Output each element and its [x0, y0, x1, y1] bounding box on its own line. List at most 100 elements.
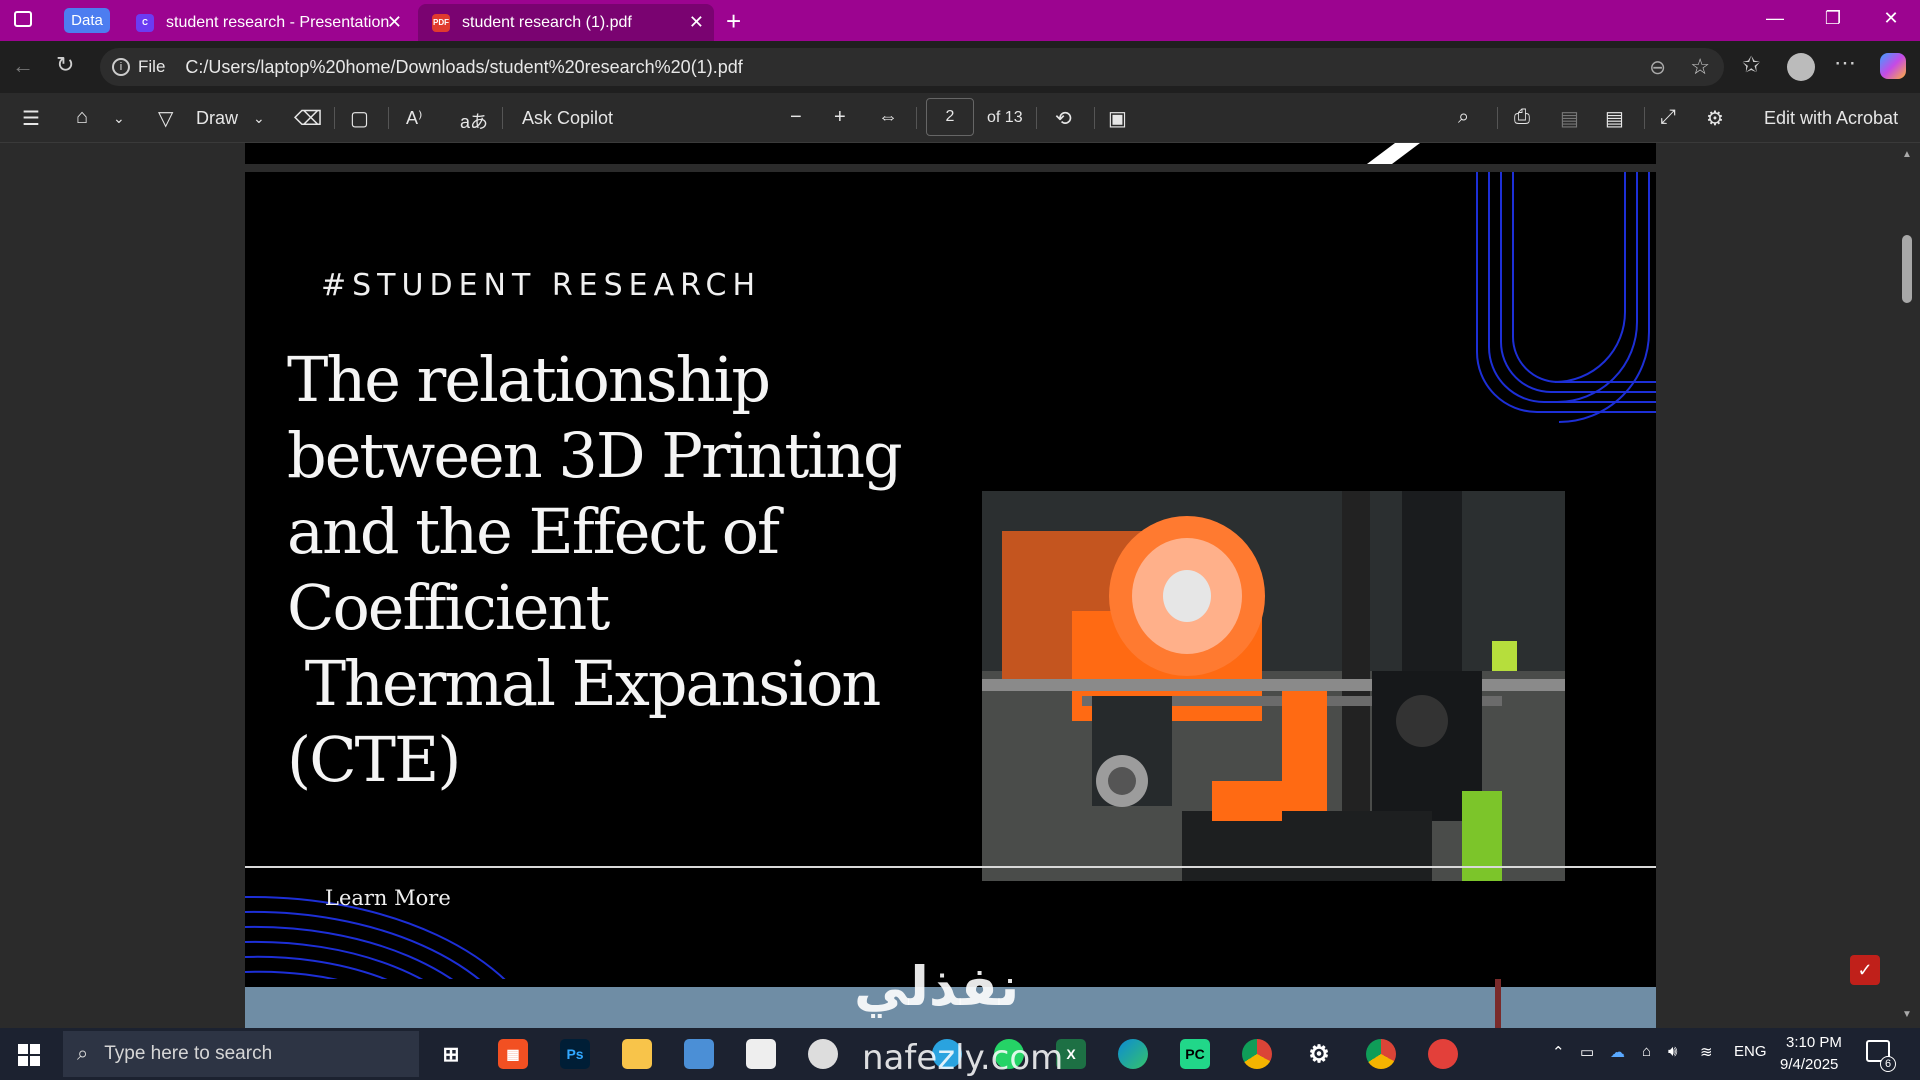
- rotate-icon[interactable]: ⟲: [1055, 106, 1072, 131]
- task-view-icon[interactable]: ⊞: [436, 1039, 466, 1069]
- favorites-icon[interactable]: ✩: [1742, 52, 1760, 78]
- clock-icon[interactable]: [808, 1039, 838, 1069]
- toolbar-divider: [1094, 107, 1095, 129]
- close-window-icon[interactable]: ✕: [1868, 8, 1914, 29]
- search-icon[interactable]: ⌕: [1458, 106, 1469, 129]
- clock-time[interactable]: 3:10 PM: [1786, 1034, 1842, 1051]
- save-icon[interactable]: ▤: [1560, 106, 1579, 131]
- edge-icon[interactable]: [1118, 1039, 1148, 1069]
- close-icon[interactable]: ✕: [387, 12, 402, 33]
- scroll-thumb[interactable]: [1902, 235, 1912, 303]
- zoom-out-icon[interactable]: ⊖: [1649, 55, 1666, 80]
- tab-label: student research - Presentation: [166, 13, 390, 31]
- pycharm-icon[interactable]: PC: [1180, 1039, 1210, 1069]
- workspaces-icon[interactable]: [14, 11, 32, 27]
- chevron-down-icon[interactable]: ⌄: [113, 110, 125, 127]
- draw-label[interactable]: Draw: [196, 108, 238, 129]
- page-view-icon[interactable]: ▣: [1108, 106, 1127, 131]
- chrome-icon[interactable]: [1242, 1039, 1272, 1069]
- learn-more-link: Learn More: [325, 886, 451, 910]
- browser-title-bar: Data C student research - Presentation ✕…: [0, 0, 1920, 41]
- notepad-icon[interactable]: [746, 1039, 776, 1069]
- restore-icon[interactable]: ❐: [1810, 8, 1856, 29]
- tab-label: student research (1).pdf: [462, 13, 632, 31]
- read-aloud-icon[interactable]: A⁾: [406, 108, 422, 129]
- url-field[interactable]: i File C:/Users/laptop%20home/Downloads/…: [100, 48, 1724, 86]
- minimize-icon[interactable]: —: [1752, 8, 1798, 29]
- refresh-icon[interactable]: ↻: [56, 52, 74, 78]
- pdf-toolbar: ☰ ⌂ ⌄ ▽ Draw ⌄ ⌫ ▢ A⁾ aあ Ask Copilot − +…: [0, 93, 1920, 143]
- text-box-icon[interactable]: ▢: [350, 106, 369, 131]
- toolbar-divider: [388, 107, 389, 129]
- fullscreen-icon[interactable]: ⤢: [1660, 106, 1676, 129]
- settings-icon[interactable]: ⚙: [1304, 1039, 1334, 1069]
- acrobat-icon[interactable]: ✓: [1850, 955, 1880, 985]
- favorite-star-icon[interactable]: ☆: [1690, 54, 1710, 80]
- url-scheme-label: File: [138, 57, 166, 76]
- pdf-icon: PDF: [432, 13, 450, 32]
- zoom-out-button[interactable]: −: [790, 106, 802, 129]
- zoom-in-button[interactable]: +: [834, 106, 846, 129]
- fit-width-icon[interactable]: ⇔: [878, 106, 898, 129]
- wifi-icon[interactable]: ≋: [1700, 1043, 1713, 1061]
- slide-kicker: #STUDENT RESEARCH: [321, 268, 761, 303]
- onedrive-icon[interactable]: ☁: [1610, 1043, 1625, 1061]
- new-tab-icon[interactable]: +: [726, 6, 741, 37]
- settings-icon[interactable]: ⚙: [1706, 106, 1724, 131]
- scroll-down-icon[interactable]: ▼: [1902, 1009, 1912, 1020]
- chevron-up-icon[interactable]: ⌃: [1552, 1043, 1565, 1061]
- scroll-up-icon[interactable]: ▲: [1902, 149, 1912, 160]
- translate-icon[interactable]: aあ: [460, 108, 488, 134]
- chrome-profile-icon[interactable]: [1366, 1039, 1396, 1069]
- remote-desktop-icon[interactable]: [684, 1039, 714, 1069]
- url-text[interactable]: C:/Users/laptop%20home/Downloads/student…: [185, 57, 742, 78]
- headline-line: Coefficient: [287, 571, 610, 644]
- profile-avatar[interactable]: [1787, 53, 1815, 81]
- toolbar-divider: [916, 107, 917, 129]
- ask-copilot-button[interactable]: Ask Copilot: [522, 108, 613, 129]
- pdf-page: #STUDENT RESEARCH The relationship betwe…: [245, 172, 1656, 1028]
- pdf-viewer[interactable]: #STUDENT RESEARCH The relationship betwe…: [0, 143, 1920, 1028]
- previous-page-bottom: [245, 143, 1656, 164]
- battery-icon[interactable]: ▭: [1580, 1043, 1594, 1061]
- page-stripe-graphic: [1367, 143, 1420, 164]
- back-icon[interactable]: ←: [12, 53, 34, 79]
- language-indicator[interactable]: ENG: [1734, 1043, 1767, 1060]
- page-total-label: of 13: [987, 109, 1023, 126]
- close-icon[interactable]: ✕: [689, 12, 704, 33]
- clock-date[interactable]: 9/4/2025: [1780, 1056, 1838, 1073]
- highlight-icon[interactable]: ⌂: [76, 106, 88, 129]
- headline-line: The relationship: [287, 343, 771, 416]
- more-icon[interactable]: ⋯: [1834, 50, 1856, 76]
- taskbar-search[interactable]: ⌕ Type here to search: [63, 1031, 419, 1077]
- search-icon: ⌕: [77, 1042, 89, 1065]
- headline-line: (CTE): [287, 723, 461, 796]
- microsoft-store-icon[interactable]: ▦: [498, 1039, 528, 1069]
- eraser-icon[interactable]: ⌫: [294, 106, 322, 131]
- slide-headline: The relationship between 3D Printing and…: [287, 342, 907, 798]
- draw-icon[interactable]: ▽: [158, 106, 173, 131]
- windows-start-icon[interactable]: [18, 1044, 40, 1066]
- vertical-scrollbar[interactable]: ▲ ▼: [1896, 143, 1920, 1028]
- save-as-icon[interactable]: ▤: [1605, 106, 1624, 131]
- volume-icon[interactable]: 🔊︎: [1668, 1043, 1677, 1060]
- toolbar-divider: [502, 107, 503, 129]
- page-number-input[interactable]: 2: [926, 98, 974, 136]
- headline-line: and the Effect of: [287, 495, 780, 568]
- chevron-down-icon[interactable]: ⌄: [253, 110, 265, 127]
- workspace-badge[interactable]: Data: [64, 8, 110, 33]
- photoshop-icon[interactable]: Ps: [560, 1039, 590, 1069]
- tab-presentation[interactable]: C student research - Presentation ✕: [122, 4, 412, 41]
- tab-pdf[interactable]: PDF student research (1).pdf ✕: [418, 4, 714, 41]
- contents-icon[interactable]: ☰: [22, 106, 40, 131]
- toolbar-divider: [1497, 107, 1498, 129]
- print-icon[interactable]: ⎙: [1514, 106, 1530, 129]
- file-explorer-icon[interactable]: [622, 1039, 652, 1069]
- snipping-tool-icon[interactable]: [1428, 1039, 1458, 1069]
- search-placeholder: Type here to search: [104, 1043, 273, 1064]
- copilot-icon[interactable]: [1880, 53, 1906, 79]
- info-icon[interactable]: i: [112, 58, 130, 76]
- network-icon[interactable]: ⌂: [1642, 1043, 1651, 1060]
- edit-with-acrobat-button[interactable]: Edit with Acrobat: [1764, 108, 1898, 129]
- toolbar-divider: [1644, 107, 1645, 129]
